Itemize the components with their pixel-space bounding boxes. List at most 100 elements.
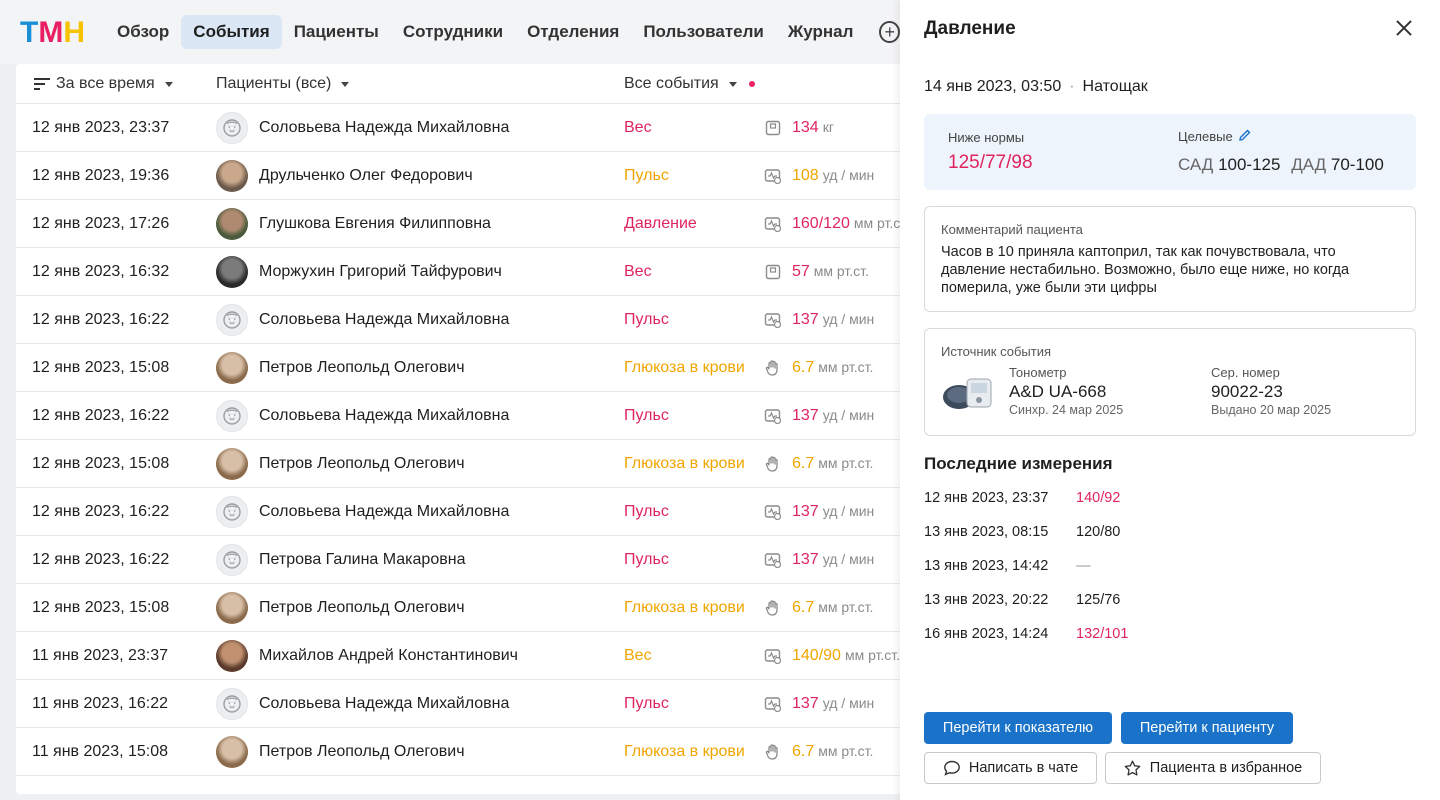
patient-name[interactable]: Соловьева Надежда Михайловна — [259, 695, 509, 713]
events-filter[interactable]: Все события — [624, 75, 755, 93]
avatar — [216, 207, 248, 240]
event-value-number: 6.7 — [792, 454, 815, 472]
avatar — [216, 447, 248, 480]
event-date: 12 янв 2023, 16:22 — [32, 310, 170, 328]
table-row[interactable]: 12 янв 2023, 23:37 Соловьева Надежда Миха… — [16, 104, 900, 152]
recent-value: — — [1076, 558, 1091, 574]
nav-departments[interactable]: Отделения — [515, 15, 631, 49]
event-type: Глюкоза в крови — [624, 598, 745, 616]
nav-patients[interactable]: Пациенты — [282, 15, 391, 49]
avatar — [216, 159, 248, 192]
avatar — [216, 639, 248, 672]
nav-staff[interactable]: Сотрудники — [391, 15, 515, 49]
table-row[interactable]: 12 янв 2023, 16:32 Моржухин Григорий Тайф… — [16, 248, 900, 296]
write-in-chat-button[interactable]: Написать в чате — [924, 752, 1097, 784]
device-sync: Синхр. 24 мар 2025 — [1009, 403, 1124, 417]
device-type: Тонометр — [1009, 365, 1067, 380]
star-icon — [1124, 760, 1141, 776]
patient-comment-card: Комментарий пациента Часов в 10 приняла … — [924, 206, 1416, 312]
list-header: За все время Пациенты (все) Все события — [16, 64, 900, 104]
avatar — [216, 543, 248, 576]
event-value-unit: мм рт.ст. — [853, 214, 900, 231]
event-type: Глюкоза в крови — [624, 358, 745, 376]
serial-label: Сер. номер — [1211, 365, 1280, 380]
event-value-unit: уд / мин — [822, 502, 875, 519]
table-row[interactable]: 12 янв 2023, 16:22 Соловьева Надежда Миха… — [16, 296, 900, 344]
monitor-device-icon — [764, 167, 782, 185]
event-value: 6.7 мм рт.ст. — [792, 455, 873, 473]
avatar — [216, 399, 248, 432]
dad-value: 70-100 — [1330, 155, 1384, 174]
target-values: САД 100-125 ДАД 70-100 — [1178, 155, 1384, 175]
table-row[interactable]: 11 янв 2023, 16:22 Соловьева Надежда Миха… — [16, 680, 900, 728]
patient-name[interactable]: Соловьева Надежда Михайловна — [259, 407, 509, 425]
add-icon[interactable]: + — [879, 21, 900, 43]
chevron-down-icon — [341, 81, 350, 87]
table-row[interactable]: 12 янв 2023, 15:08 Петров Леопольд Олегов… — [16, 440, 900, 488]
table-row[interactable]: 11 янв 2023, 23:37 Михайлов Андрей Конста… — [16, 632, 900, 680]
go-to-patient-button[interactable]: Перейти к пациенту — [1121, 712, 1293, 744]
patient-name[interactable]: Друльченко Олег Федорович — [259, 167, 473, 185]
patient-name[interactable]: Соловьева Надежда Михайловна — [259, 503, 509, 521]
event-condition: Натощак — [1082, 78, 1148, 95]
table-row[interactable]: 12 янв 2023, 16:22 Петрова Галина Макаров… — [16, 536, 900, 584]
event-type: Глюкоза в крови — [624, 742, 745, 760]
patient-name[interactable]: Петров Леопольд Олегович — [259, 743, 465, 761]
table-row[interactable]: 12 янв 2023, 16:22 Соловьева Надежда Миха… — [16, 392, 900, 440]
event-type: Пульс — [624, 550, 669, 568]
patient-name[interactable]: Соловьева Надежда Михайловна — [259, 311, 509, 329]
event-value: 6.7 мм рт.ст. — [792, 599, 873, 617]
table-row[interactable]: 12 янв 2023, 15:08 Петров Леопольд Олегов… — [16, 344, 900, 392]
logo-letter-n: Н — [63, 16, 85, 49]
event-value-number: 6.7 — [792, 358, 815, 376]
event-value: 134 кг — [792, 119, 834, 137]
add-to-favorites-button[interactable]: Пациента в избранное — [1105, 752, 1321, 784]
nav-journal[interactable]: Журнал — [776, 15, 866, 49]
event-value-number: 137 — [792, 502, 819, 520]
patients-filter-label: Пациенты (все) — [216, 75, 332, 92]
event-value: 137 уд / мин — [792, 695, 874, 713]
event-type: Давление — [624, 214, 697, 232]
edit-pencil-icon[interactable] — [1238, 129, 1251, 144]
nav-events[interactable]: События — [181, 15, 282, 49]
hand-glucose-icon — [764, 743, 782, 761]
table-row[interactable]: 12 янв 2023, 17:26 Глушкова Евгения Филип… — [16, 200, 900, 248]
patient-name[interactable]: Петрова Галина Макаровна — [259, 551, 465, 569]
nav-overview[interactable]: Обзор — [105, 15, 181, 49]
avatar — [216, 495, 248, 528]
chevron-down-icon — [728, 81, 737, 87]
event-value-unit: мм рт.ст. — [818, 598, 874, 615]
event-value-unit: мм рт.ст. — [818, 742, 874, 759]
monitor-device-icon — [764, 647, 782, 665]
patient-name[interactable]: Соловьева Надежда Михайловна — [259, 119, 509, 137]
measured-value: 125/77/98 — [948, 152, 1033, 173]
list-body: 12 янв 2023, 23:37 Соловьева Надежда Миха… — [16, 104, 900, 776]
hand-glucose-icon — [764, 599, 782, 617]
avatar — [216, 255, 248, 288]
table-row[interactable]: 12 янв 2023, 19:36 Друльченко Олег Федоро… — [16, 152, 900, 200]
event-type: Вес — [624, 262, 652, 280]
go-to-indicator-button[interactable]: Перейти к показателю — [924, 712, 1112, 744]
period-filter[interactable]: За все время — [34, 75, 173, 93]
patient-name[interactable]: Петров Леопольд Олегович — [259, 599, 465, 617]
close-icon[interactable] — [1392, 16, 1416, 40]
patient-name[interactable]: Глушкова Евгения Филипповна — [259, 215, 491, 233]
table-row[interactable]: 11 янв 2023, 15:08 Петров Леопольд Олегов… — [16, 728, 900, 776]
event-value-number: 57 — [792, 262, 810, 280]
patient-name[interactable]: Петров Леопольд Олегович — [259, 455, 465, 473]
table-row[interactable]: 12 янв 2023, 16:22 Соловьева Надежда Миха… — [16, 488, 900, 536]
event-value-number: 134 — [792, 118, 819, 136]
status-label: Ниже нормы — [948, 130, 1025, 145]
event-value: 57 мм рт.ст. — [792, 263, 869, 281]
app-logo[interactable]: Т М Н — [20, 16, 85, 48]
patient-name[interactable]: Михайлов Андрей Константинович — [259, 647, 518, 665]
event-value-unit: уд / мин — [822, 166, 875, 183]
patients-filter[interactable]: Пациенты (все) — [216, 75, 350, 93]
patient-name[interactable]: Моржухин Григорий Тайфурович — [259, 263, 502, 281]
table-row[interactable]: 12 янв 2023, 15:08 Петров Леопольд Олегов… — [16, 584, 900, 632]
event-type: Вес — [624, 646, 652, 664]
event-type: Пульс — [624, 406, 669, 424]
patient-name[interactable]: Петров Леопольд Олегович — [259, 359, 465, 377]
nav-users[interactable]: Пользователи — [631, 15, 776, 49]
event-value: 160/120мм рт.ст. — [792, 215, 900, 233]
